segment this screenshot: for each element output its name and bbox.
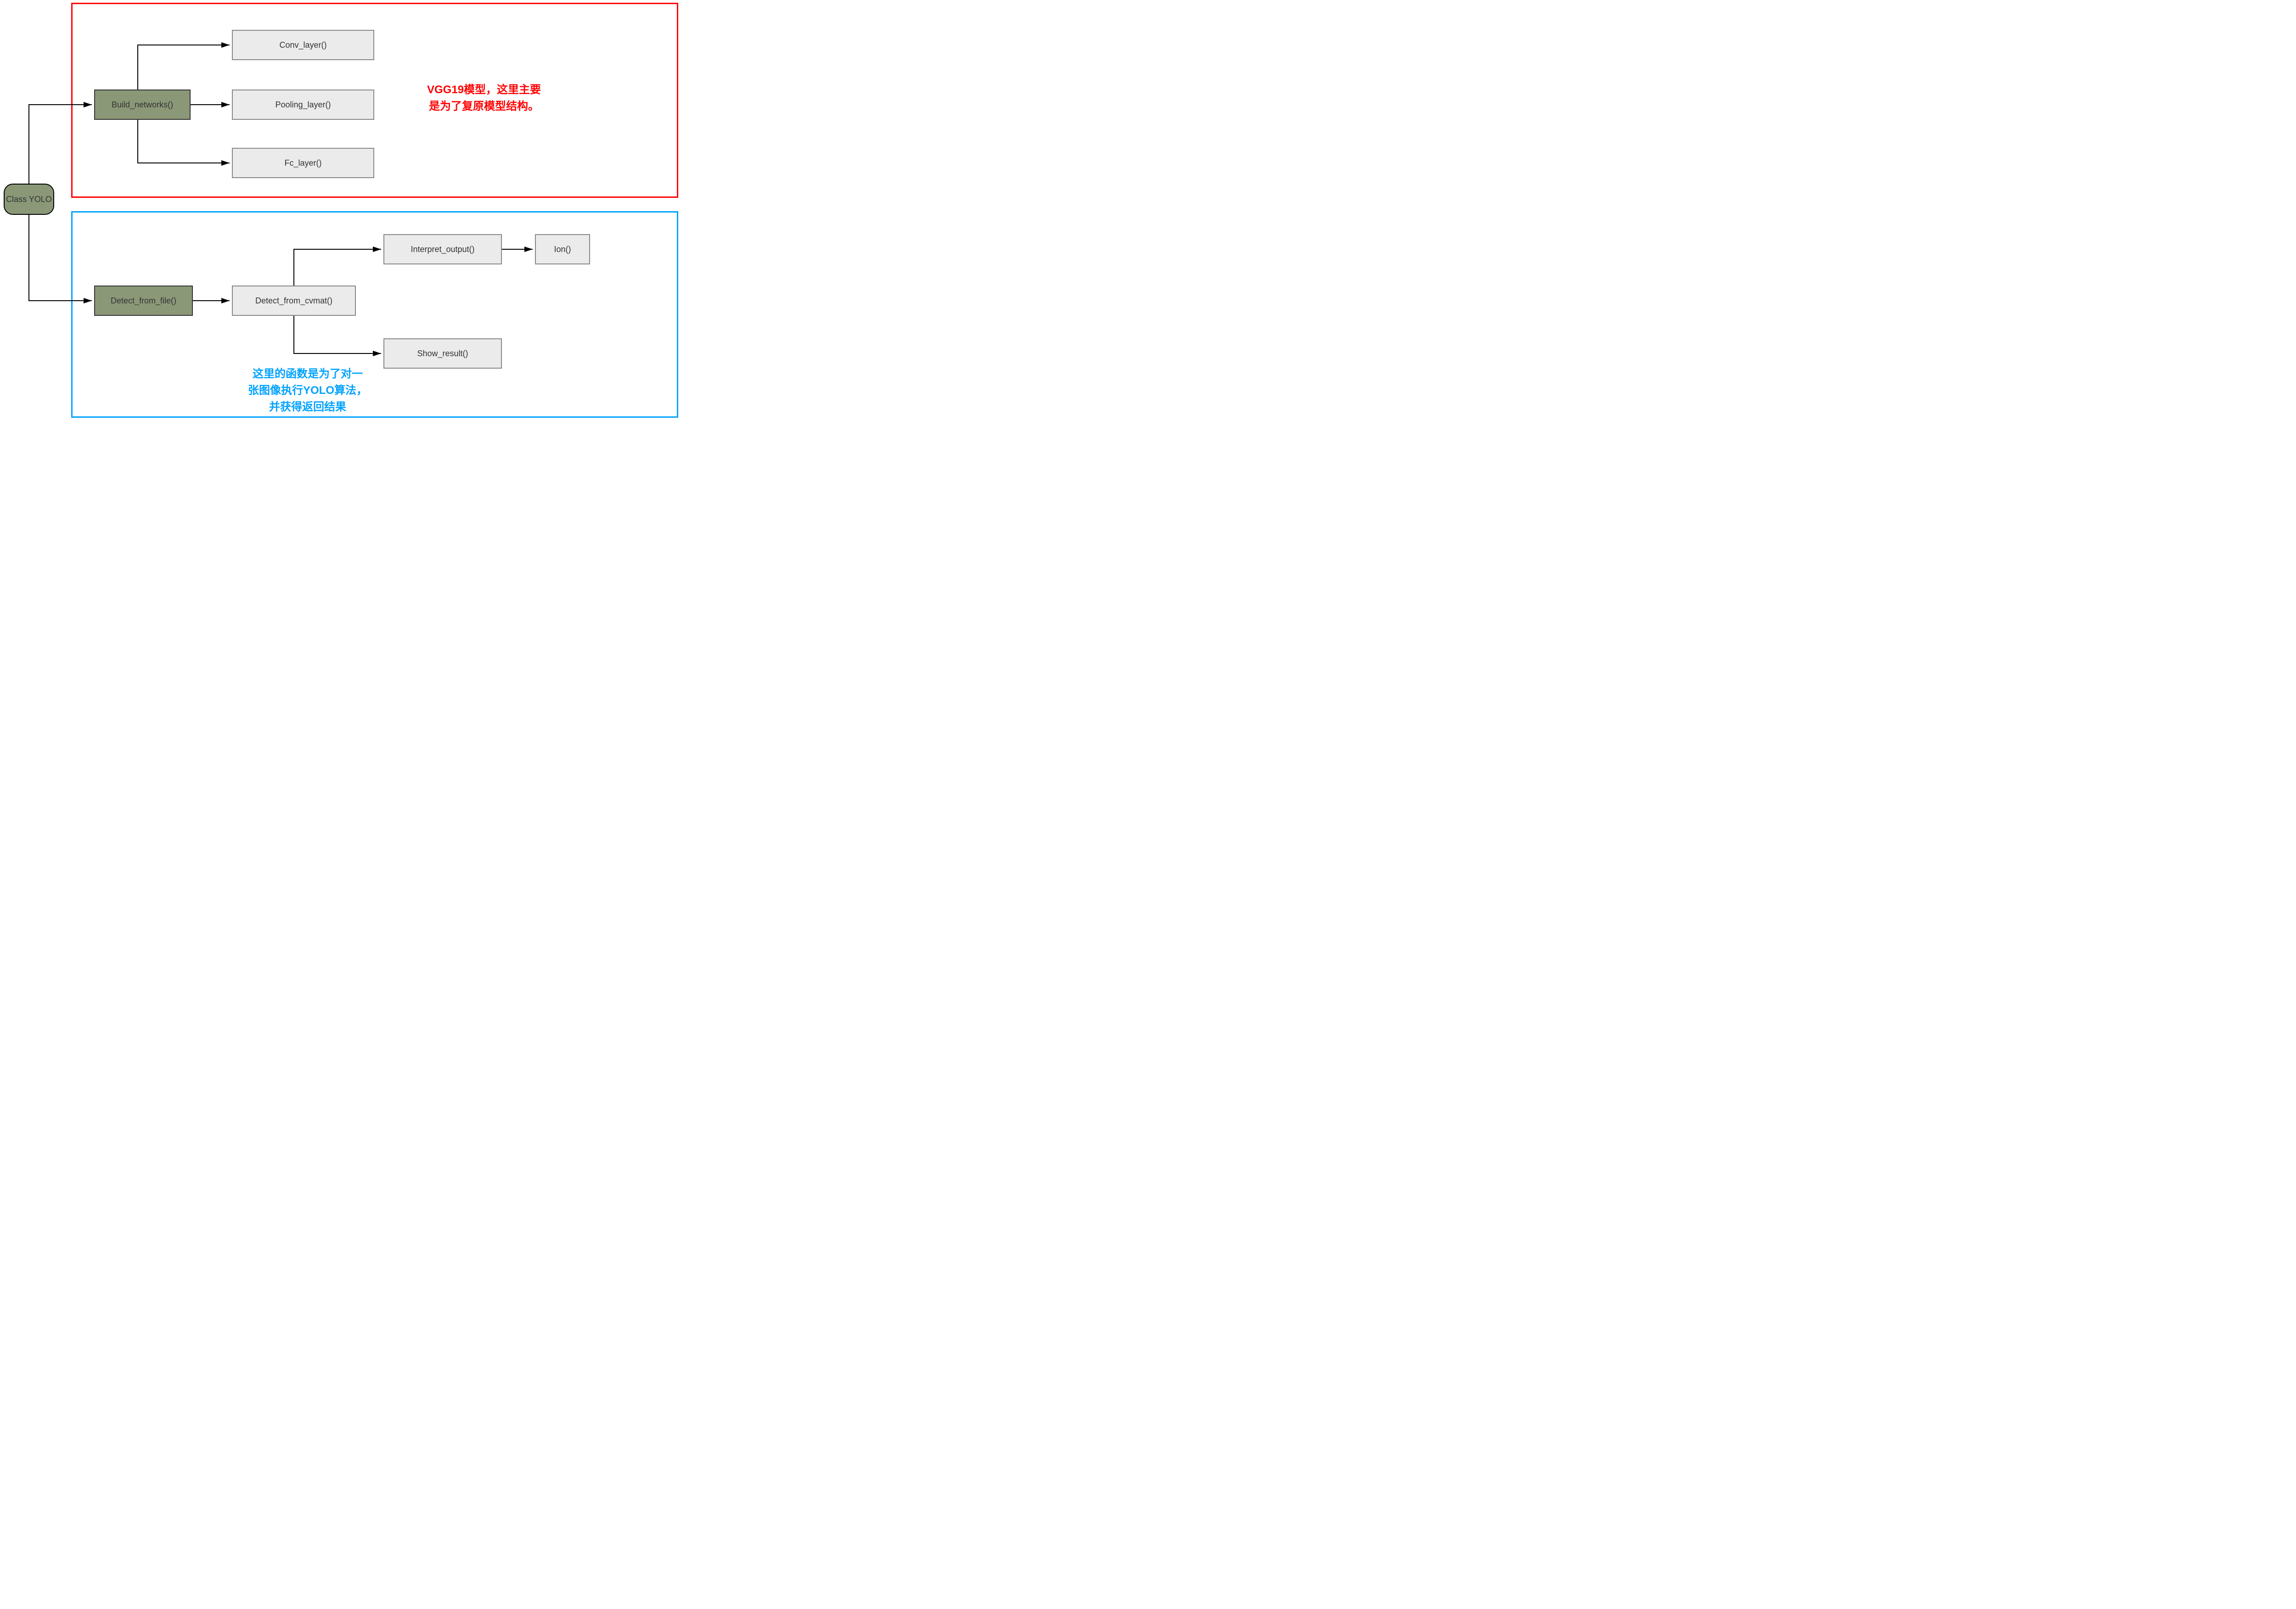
fc-layer-node: Fc_layer(): [232, 148, 374, 178]
red-annotation-line1: VGG19模型，这里主要: [427, 82, 541, 98]
interpret-output-node: Interpret_output(): [383, 234, 502, 264]
show-result-node: Show_result(): [383, 338, 502, 369]
fc-layer-label: Fc_layer(): [284, 158, 321, 168]
blue-annotation: 这里的函数是为了对一 张图像执行YOLO算法， 并获得返回结果: [248, 366, 367, 415]
build-networks-label: Build_networks(): [112, 100, 173, 110]
red-annotation-line2: 是为了复原模型结构。: [427, 98, 541, 115]
detect-from-file-label: Detect_from_file(): [111, 296, 176, 306]
pooling-layer-node: Pooling_layer(): [232, 90, 374, 120]
pooling-layer-label: Pooling_layer(): [275, 100, 331, 110]
ion-node: Ion(): [535, 234, 590, 264]
ion-label: Ion(): [554, 245, 571, 254]
interpret-output-label: Interpret_output(): [411, 245, 474, 254]
blue-annotation-line2: 张图像执行YOLO算法，: [248, 382, 367, 399]
root-label: Class YOLO: [6, 195, 52, 204]
detect-from-cvmat-label: Detect_from_cvmat(): [255, 296, 332, 306]
blue-annotation-line1: 这里的函数是为了对一: [248, 366, 367, 382]
conv-layer-node: Conv_layer(): [232, 30, 374, 60]
show-result-label: Show_result(): [417, 349, 468, 359]
red-annotation: VGG19模型，这里主要 是为了复原模型结构。: [427, 82, 541, 115]
blue-annotation-line3: 并获得返回结果: [248, 399, 367, 415]
build-networks-node: Build_networks(): [94, 90, 191, 120]
conv-layer-label: Conv_layer(): [279, 40, 326, 50]
detect-from-file-node: Detect_from_file(): [94, 286, 193, 316]
detect-from-cvmat-node: Detect_from_cvmat(): [232, 286, 356, 316]
root-node: Class YOLO: [4, 184, 54, 215]
